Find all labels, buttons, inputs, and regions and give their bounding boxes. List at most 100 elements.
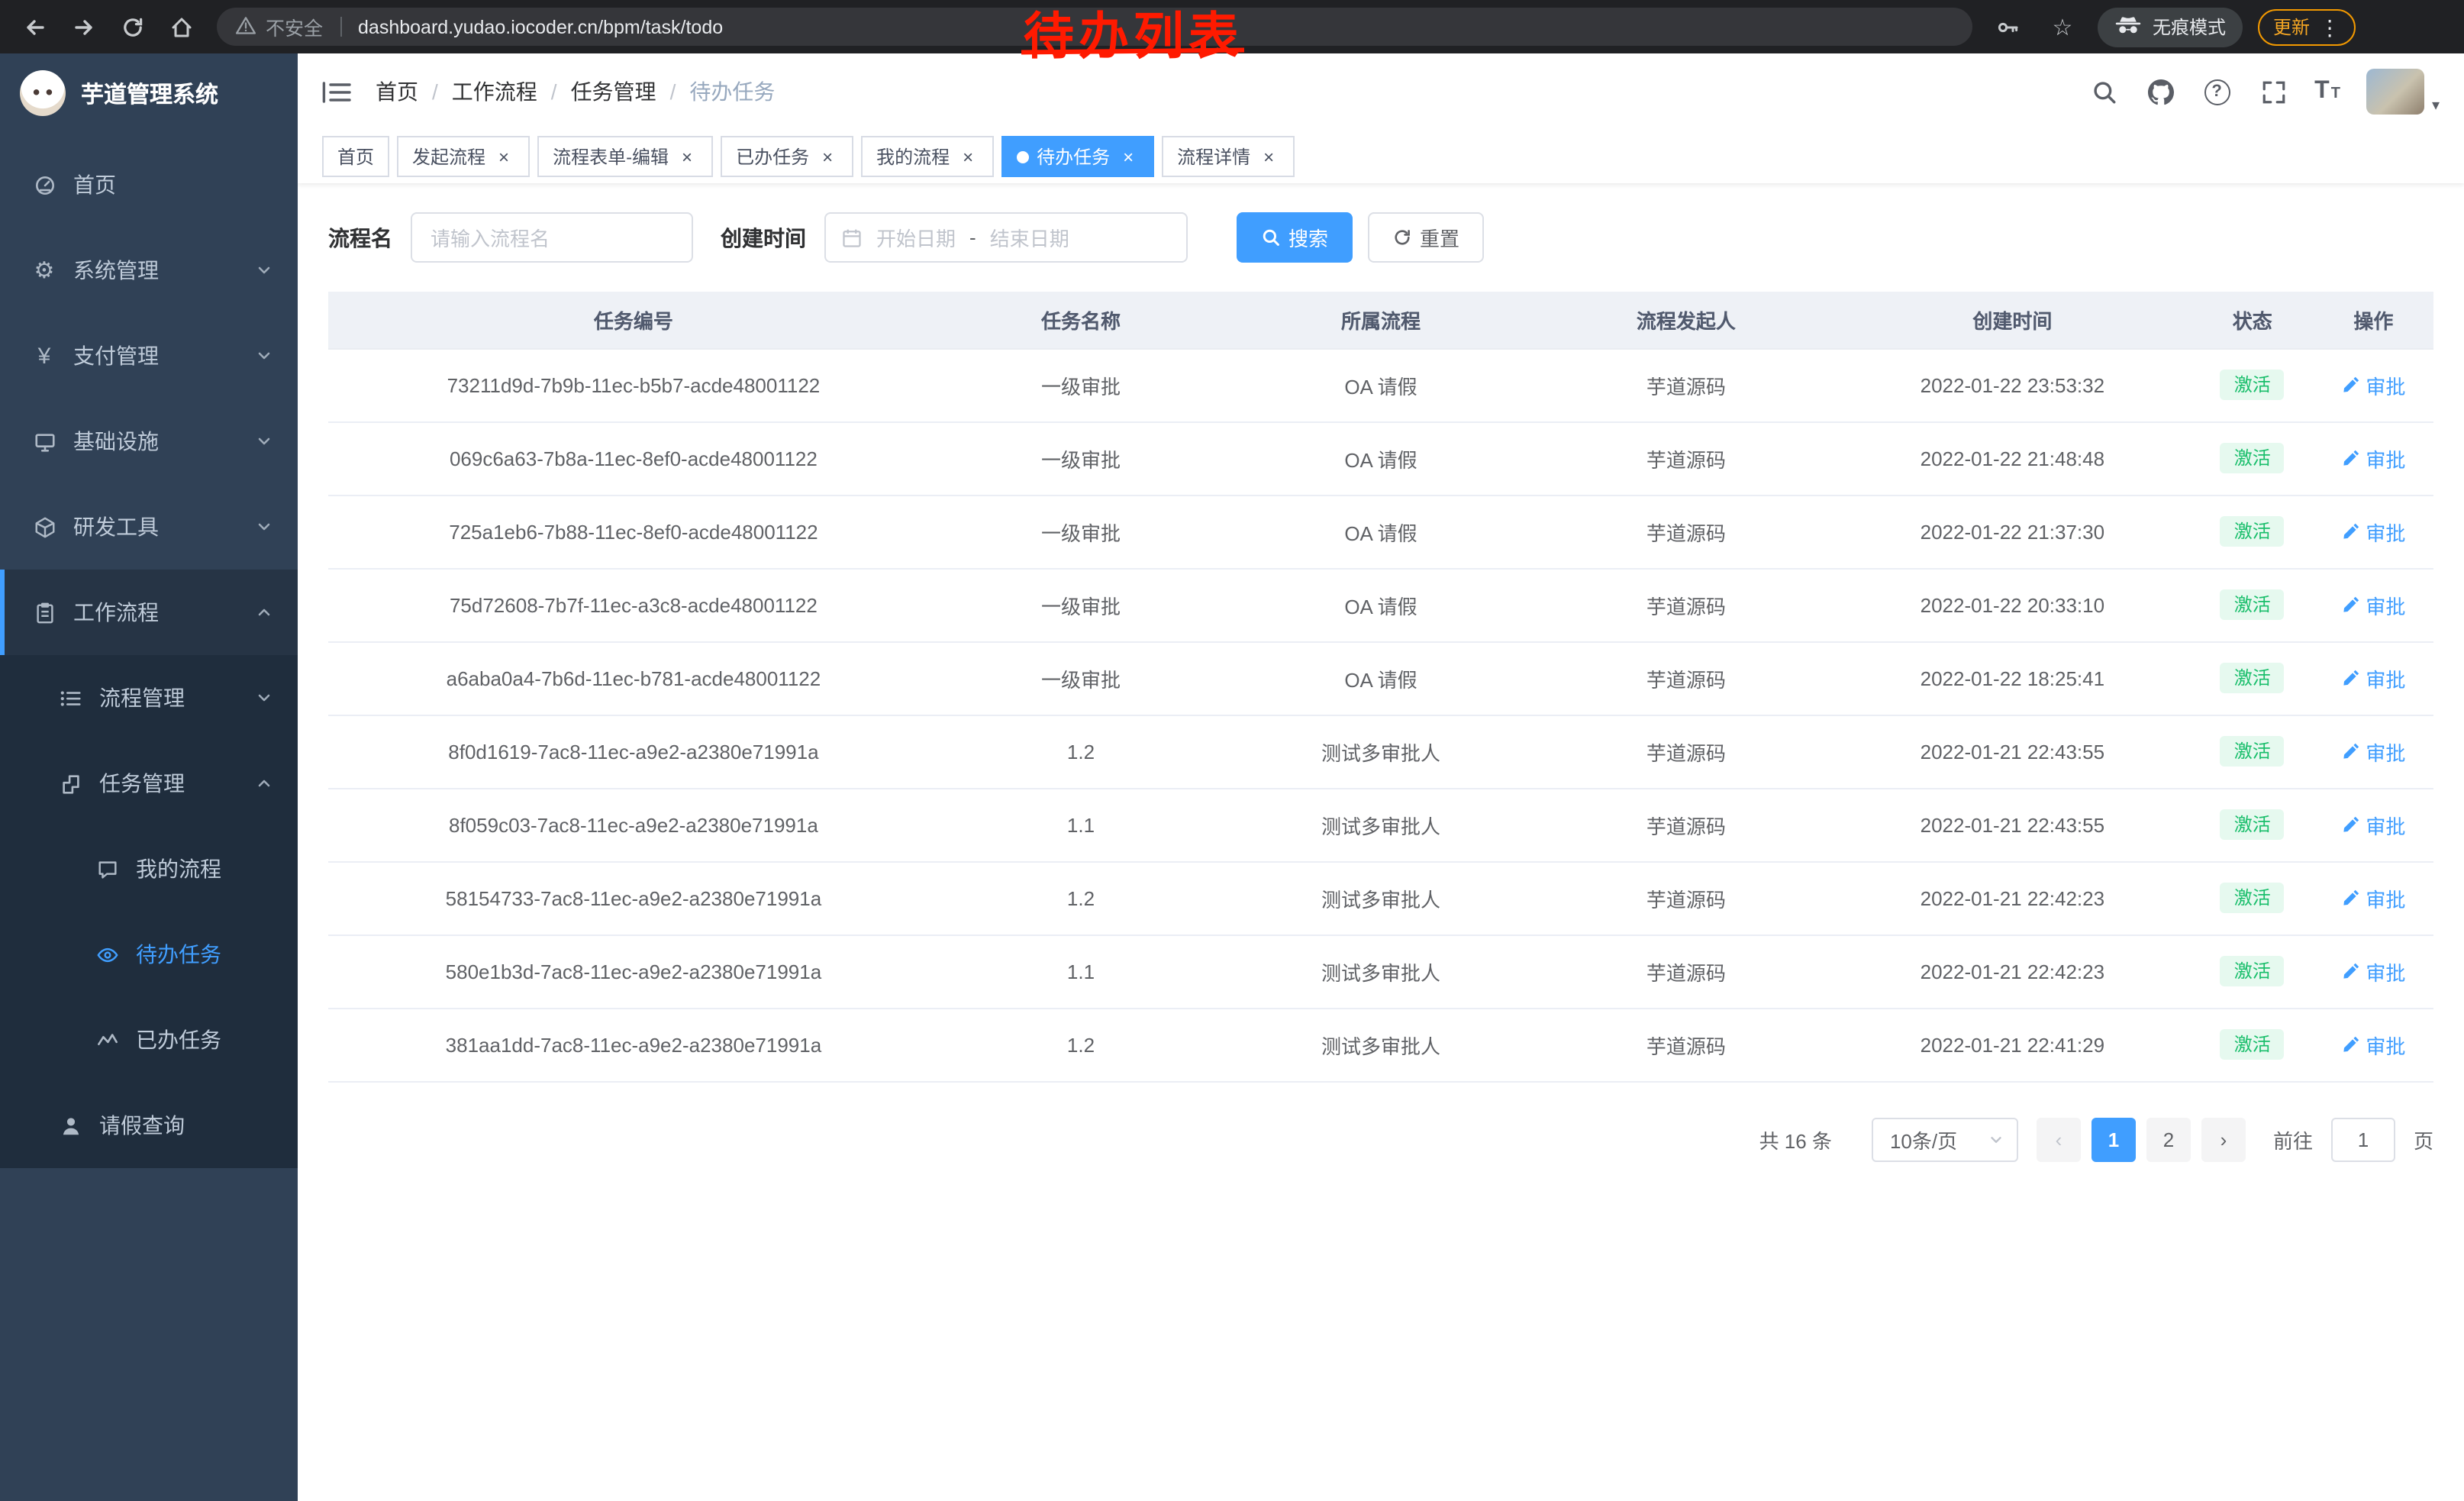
- tab[interactable]: 发起流程 ×: [397, 136, 530, 177]
- home-icon[interactable]: [162, 7, 202, 47]
- font-size-icon[interactable]: TT: [2314, 79, 2340, 104]
- not-secure-label: 不安全: [266, 12, 323, 41]
- sidebar-item-label: 待办任务: [136, 939, 221, 970]
- breadcrumb-separator: /: [432, 79, 438, 104]
- cell-process: OA 请假: [1223, 421, 1539, 495]
- approve-link[interactable]: 审批: [2341, 444, 2405, 473]
- forward-icon[interactable]: [64, 7, 104, 47]
- help-icon[interactable]: ?: [2201, 76, 2232, 107]
- close-tab-icon[interactable]: ×: [1258, 146, 1279, 167]
- status-badge: 激活: [2221, 516, 2285, 547]
- sidebar-item[interactable]: 首页: [0, 142, 298, 228]
- close-tab-icon[interactable]: ×: [957, 146, 979, 167]
- github-icon[interactable]: [2145, 76, 2175, 107]
- tab[interactable]: 流程表单-编辑 ×: [537, 136, 713, 177]
- sidebar-item[interactable]: 工作流程: [0, 570, 298, 655]
- cell-process: 测试多审批人: [1223, 788, 1539, 861]
- key-icon[interactable]: [1988, 7, 2027, 47]
- fullscreen-icon[interactable]: [2258, 76, 2288, 107]
- bookmark-star-icon[interactable]: ☆: [2043, 7, 2082, 47]
- user-avatar[interactable]: [2366, 69, 2424, 115]
- cell-initiator: 芋道源码: [1539, 1008, 1833, 1081]
- sidebar-item[interactable]: 我的流程: [0, 826, 298, 912]
- cell-task-id: 75d72608-7b7f-11ec-a3c8-acde48001122: [328, 568, 939, 641]
- page-size-select[interactable]: 10条/页: [1872, 1117, 2018, 1161]
- screen: 不安全 dashboard.yudao.iocoder.cn/bpm/task/…: [0, 0, 2464, 1501]
- status-badge: 激活: [2221, 370, 2285, 400]
- column-header: 任务编号: [328, 292, 939, 348]
- tab[interactable]: 我的流程 ×: [861, 136, 994, 177]
- sidebar-item[interactable]: 流程管理: [0, 655, 298, 741]
- table-row: 58154733-7ac8-11ec-a9e2-a2380e71991a 1.2…: [328, 861, 2433, 934]
- page-button[interactable]: 1: [2091, 1117, 2136, 1161]
- user-menu[interactable]: ▾: [2366, 69, 2440, 115]
- close-tab-icon[interactable]: ×: [817, 146, 838, 167]
- approve-link[interactable]: 审批: [2341, 737, 2405, 766]
- process-name-input[interactable]: 请输入流程名: [411, 212, 693, 263]
- reset-button[interactable]: 重置: [1368, 212, 1484, 263]
- tab-label: 流程详情: [1177, 144, 1250, 169]
- hamburger-icon[interactable]: [322, 80, 351, 103]
- breadcrumb-item[interactable]: 待办任务: [689, 76, 775, 107]
- next-page-button[interactable]: ›: [2201, 1117, 2246, 1161]
- update-button[interactable]: 更新 ⋮: [2258, 8, 2356, 45]
- tab[interactable]: 待办任务 ×: [1001, 136, 1154, 177]
- approve-link[interactable]: 审批: [2341, 883, 2405, 912]
- cell-initiator: 芋道源码: [1539, 715, 1833, 788]
- sidebar-item[interactable]: 请假查询: [0, 1083, 298, 1168]
- status-badge: 激活: [2221, 956, 2285, 986]
- approve-link[interactable]: 审批: [2341, 663, 2405, 692]
- goto-page-input[interactable]: 1: [2331, 1117, 2395, 1161]
- approve-link[interactable]: 审批: [2341, 590, 2405, 619]
- column-header: 流程发起人: [1539, 292, 1833, 348]
- sidebar-item[interactable]: 研发工具: [0, 484, 298, 570]
- sidebar-item[interactable]: 任务管理: [0, 741, 298, 826]
- edit-pen-icon: [2341, 522, 2359, 541]
- approve-link[interactable]: 审批: [2341, 370, 2405, 399]
- leave-query-icon: [58, 1113, 82, 1138]
- tab[interactable]: 流程详情 ×: [1162, 136, 1295, 177]
- tab[interactable]: 已办任务 ×: [721, 136, 853, 177]
- app-title: 芋道管理系统: [81, 77, 218, 109]
- cell-initiator: 芋道源码: [1539, 861, 1833, 934]
- cell-process: OA 请假: [1223, 348, 1539, 421]
- prev-page-button[interactable]: ‹: [2037, 1117, 2081, 1161]
- breadcrumb-item[interactable]: 工作流程: [452, 76, 537, 107]
- sidebar-item[interactable]: 已办任务: [0, 997, 298, 1083]
- approve-link[interactable]: 审批: [2341, 517, 2405, 546]
- cell-process: 测试多审批人: [1223, 1008, 1539, 1081]
- breadcrumb-item[interactable]: 首页: [376, 76, 418, 107]
- sidebar-item-label: 工作流程: [73, 597, 159, 628]
- table-row: 73211d9d-7b9b-11ec-b5b7-acde48001122 一级审…: [328, 348, 2433, 421]
- sidebar-item[interactable]: 基础设施: [0, 399, 298, 484]
- sidebar-item[interactable]: ⚙ 系统管理: [0, 228, 298, 313]
- sidebar-item[interactable]: ¥ 支付管理: [0, 313, 298, 399]
- page-button[interactable]: 2: [2146, 1117, 2191, 1161]
- back-icon[interactable]: [15, 7, 55, 47]
- close-tab-icon[interactable]: ×: [1118, 146, 1139, 167]
- pager: ‹ 12 ›: [2037, 1117, 2246, 1161]
- table-row: a6aba0a4-7b6d-11ec-b781-acde48001122 一级审…: [328, 641, 2433, 715]
- cell-task-name: 1.2: [939, 861, 1223, 934]
- search-button[interactable]: 搜索: [1237, 212, 1353, 263]
- app-logo[interactable]: 芋道管理系统: [0, 53, 298, 133]
- approve-link[interactable]: 审批: [2341, 957, 2405, 986]
- close-tab-icon[interactable]: ×: [493, 146, 514, 167]
- close-tab-icon[interactable]: ×: [676, 146, 698, 167]
- sidebar-item[interactable]: 待办任务: [0, 912, 298, 997]
- cell-created-time: 2022-01-22 21:37:30: [1833, 495, 2191, 568]
- column-header: 任务名称: [939, 292, 1223, 348]
- browser-menu-icon[interactable]: ⋮: [2319, 16, 2340, 37]
- tab[interactable]: 首页 ×: [322, 136, 389, 177]
- approve-link[interactable]: 审批: [2341, 1030, 2405, 1059]
- breadcrumb-item[interactable]: 任务管理: [571, 76, 656, 107]
- approve-link[interactable]: 审批: [2341, 810, 2405, 839]
- reload-icon[interactable]: [113, 7, 153, 47]
- chevron-icon: [255, 603, 273, 621]
- cell-created-time: 2022-01-21 22:41:29: [1833, 1008, 2191, 1081]
- date-range-picker[interactable]: 开始日期 - 结束日期: [824, 212, 1188, 263]
- tab-label: 流程表单-编辑: [553, 144, 669, 169]
- workflow-icon: [32, 600, 56, 625]
- search-icon[interactable]: [2088, 76, 2119, 107]
- cell-task-name: 一级审批: [939, 641, 1223, 715]
